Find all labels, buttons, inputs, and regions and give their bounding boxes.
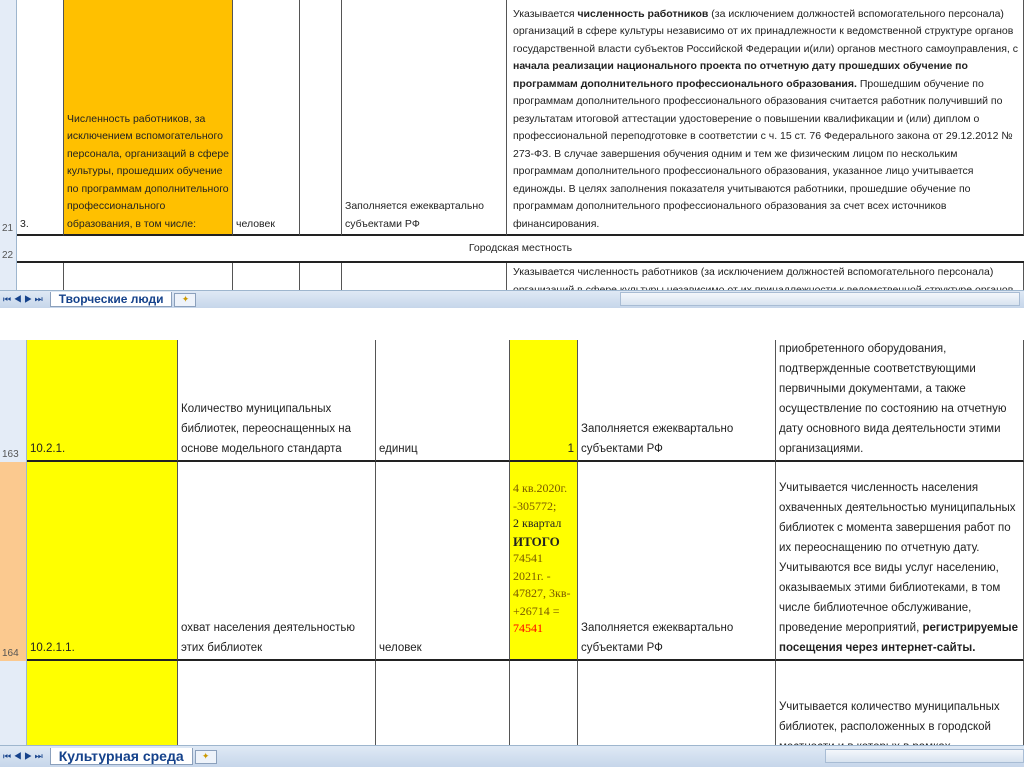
cell-description[interactable]: служит приемка выполненных работ и приоб… [776,340,1024,462]
row-header-21[interactable]: 21 [0,0,17,236]
sheet-tab-bar: ⏮ ◀ ▶ ⏭ Культурная среда ✦ [0,745,1024,767]
sheet-tab-tvorcheskie[interactable]: Творческие люди [49,292,173,307]
cell-value[interactable] [300,0,342,236]
value-result: 74541 [513,621,543,635]
desc-text: Указывается [513,7,578,20]
cell[interactable] [342,263,507,291]
insert-sheet-icon[interactable]: ✦ [194,749,217,764]
row-header-163[interactable]: 163 [0,340,27,462]
cell-description[interactable]: Указывается численность работников (за и… [507,0,1024,236]
cell[interactable] [376,661,510,746]
cell-value[interactable]: 4 кв.2020г. -305772; 2 квартал ИТОГО 745… [510,462,578,661]
horizontal-scrollbar[interactable] [620,292,1020,306]
value-text: 74541 [513,551,543,565]
desc-text: Учитывается численность населения охваче… [779,482,1016,634]
cell[interactable] [233,263,300,291]
insert-sheet-icon[interactable]: ✦ [174,292,197,307]
cell[interactable] [27,661,178,746]
horizontal-scrollbar[interactable] [825,749,1024,763]
value-text: 2021г. - 47827, 3кв- +26714 = [513,568,571,618]
cell-unit[interactable]: единиц [376,340,510,462]
value-text: 2 квартал [513,516,562,530]
row-header-22[interactable]: 22 [0,236,17,263]
row-header-165[interactable] [0,661,27,746]
cell-code[interactable]: 3. [17,0,64,236]
cell[interactable] [64,263,233,291]
cell-code[interactable]: 10.2.1. [27,340,178,462]
cell-fill-note[interactable]: Заполняется ежеквартально субъектами РФ [342,0,507,236]
desc-bold: численность работников [577,7,709,20]
cell[interactable] [578,661,776,746]
cell-description[interactable]: Учитывается численность населения охваче… [776,462,1024,661]
cell-code[interactable]: 10.2.1.1. [27,462,178,661]
cell-section-title[interactable]: Городская местность [17,236,1024,263]
cell-indicator-name[interactable]: Количество муниципальных библиотек, пере… [178,340,376,462]
row-header-23[interactable] [0,263,17,291]
value-total-label: ИТОГО [513,533,560,549]
cell[interactable] [300,263,342,291]
row-header-164[interactable]: 164 [0,462,27,661]
cell-indicator-name[interactable]: Численность работников, за исключением в… [64,0,233,236]
cell[interactable] [17,263,64,291]
value-text: 4 кв.2020г. -305772; [513,481,568,513]
cell-unit[interactable]: человек [233,0,300,236]
cell-fill-note[interactable]: Заполняется ежеквартально субъектами РФ [578,462,776,661]
sheet-tab-bar: ⏮ ◀ ▶ ⏭ Творческие люди ✦ [0,290,1024,308]
cell[interactable] [510,661,578,746]
cell-indicator-name[interactable]: охват населения деятельностью этих библи… [178,462,376,661]
cell[interactable] [178,661,376,746]
desc-text: Прошедшим обучение по программам дополни… [513,77,1013,230]
cell-unit[interactable]: человек [376,462,510,661]
cell-value[interactable]: 1 [510,340,578,462]
sheet-nav-icons[interactable]: ⏮ ◀ ▶ ⏭ [3,751,43,762]
cell-fill-note[interactable]: Заполняется ежеквартально субъектами РФ [578,340,776,462]
cell-description[interactable]: Указывается численность работников (за и… [507,263,1024,291]
cell-description[interactable]: Учитывается количество муниципальных биб… [776,661,1024,746]
sheet-nav-icons[interactable]: ⏮ ◀ ▶ ⏭ [3,294,43,305]
sheet-tab-kulturnaya[interactable]: Культурная среда [49,748,193,765]
